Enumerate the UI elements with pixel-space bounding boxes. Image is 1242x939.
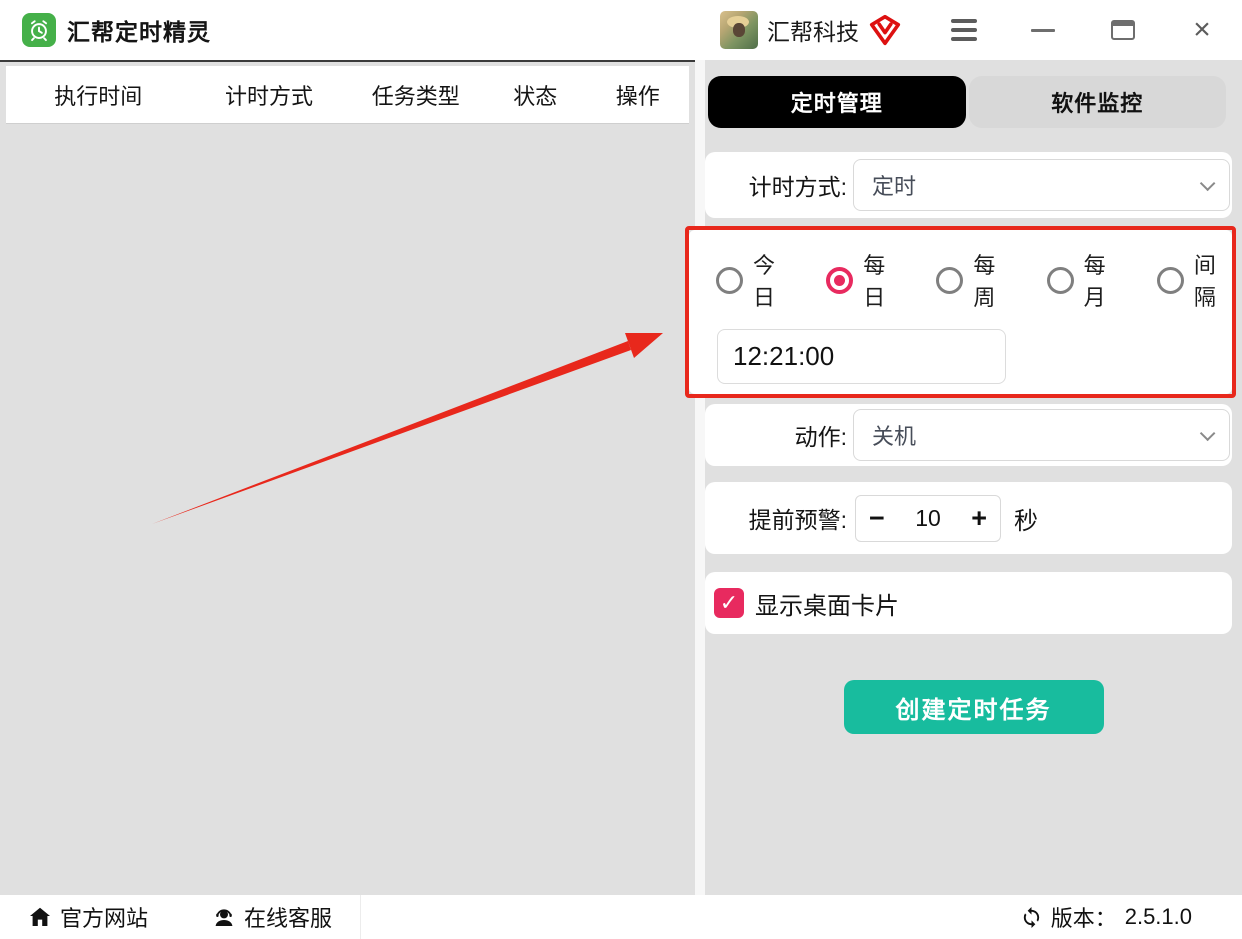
column-header-exec-time: 执行时间 <box>54 83 143 109</box>
column-header-task-type: 任务类型 <box>371 83 460 109</box>
schedule-radio[interactable]: 每月 <box>1046 248 1122 312</box>
schedule-settings-card: 今日 每日 每周 每月 间隔 <box>689 230 1232 394</box>
schedule-radio[interactable]: 每日 <box>826 248 901 312</box>
home-icon <box>30 907 50 926</box>
decrement-button[interactable]: − <box>869 504 885 532</box>
app-title: 汇帮定时精灵 <box>67 19 211 45</box>
radio-icon <box>1156 266 1184 294</box>
refresh-icon[interactable] <box>1020 906 1043 929</box>
action-select[interactable]: 关机 <box>853 409 1230 461</box>
hamburger-icon <box>951 19 977 41</box>
radio-icon <box>716 266 743 294</box>
support-agent-icon <box>215 909 233 926</box>
close-icon: × <box>1193 13 1211 46</box>
account-area: 汇帮科技 <box>720 11 902 49</box>
minimize-icon <box>1031 28 1056 32</box>
user-avatar[interactable] <box>720 11 758 49</box>
desktop-card-checkbox[interactable] <box>714 588 744 618</box>
create-task-button[interactable]: 创建定时任务 <box>843 680 1104 734</box>
footer-bar: 官方网站 在线客服 版本： 2.5.1.0 <box>0 895 1242 939</box>
title-bar: 汇帮定时精灵 汇帮科技 × <box>0 0 1242 60</box>
timing-mode-label: 计时方式: <box>748 174 847 200</box>
window-controls: × <box>944 10 1242 50</box>
version-label: 版本： <box>1050 906 1117 931</box>
warning-unit-label: 秒 <box>1014 507 1038 535</box>
chevron-down-icon <box>1199 425 1216 441</box>
desktop-card-label: 显示桌面卡片 <box>755 592 899 620</box>
time-input[interactable] <box>717 329 1006 384</box>
maximize-icon <box>1110 20 1135 40</box>
timing-mode-row: 计时方式: 定时 <box>705 152 1232 218</box>
warning-seconds-stepper: − 10 + <box>855 494 1001 542</box>
settings-panel: 定时管理 软件监控 计时方式: 定时 今日 每日 每周 每月 间隔 12:21:… <box>689 60 1242 895</box>
vip-shield-icon <box>868 13 902 47</box>
increment-button[interactable]: + <box>971 504 987 532</box>
account-name: 汇帮科技 <box>767 19 859 45</box>
chevron-down-icon <box>1199 175 1216 191</box>
timing-mode-select[interactable]: 定时 <box>853 159 1230 211</box>
minimize-button[interactable] <box>1023 10 1063 50</box>
close-button[interactable]: × <box>1182 10 1222 50</box>
task-table-panel: 执行时间 计时方式 任务类型 状态 操作 <box>0 60 695 895</box>
action-label: 动作: <box>794 424 847 450</box>
schedule-radio[interactable]: 每周 <box>936 248 1011 312</box>
schedule-radio[interactable]: 今日 <box>716 248 791 312</box>
column-header-operation: 操作 <box>615 83 660 109</box>
radio-icon <box>1046 266 1074 294</box>
official-website-link[interactable]: 官方网站 <box>28 901 148 933</box>
desktop-card-row: 显示桌面卡片 <box>705 572 1232 634</box>
panel-divider <box>695 60 705 895</box>
radio-icon <box>936 266 964 294</box>
app-logo-alarm-clock-icon <box>22 13 56 47</box>
footer-divider <box>360 895 362 939</box>
warning-label: 提前预警: <box>748 507 847 533</box>
tab-bar: 定时管理 软件监控 <box>708 76 1226 128</box>
version-info: 版本： 2.5.1.0 <box>1020 901 1192 933</box>
column-header-timing-mode: 计时方式 <box>224 83 313 109</box>
maximize-button[interactable] <box>1103 10 1143 50</box>
column-header-status: 状态 <box>513 83 558 109</box>
version-value: 2.5.1.0 <box>1124 904 1192 929</box>
menu-button[interactable] <box>944 10 984 50</box>
schedule-radio[interactable]: 间隔 <box>1156 248 1232 312</box>
task-table-header: 执行时间 计时方式 任务类型 状态 操作 <box>6 66 689 124</box>
online-support-link[interactable]: 在线客服 <box>212 901 332 933</box>
warning-row: 提前预警: − 10 + 秒 <box>705 482 1232 554</box>
schedule-radio-group: 今日 每日 每周 每月 间隔 <box>689 230 1232 312</box>
radio-icon <box>826 266 854 294</box>
main-area: 执行时间 计时方式 任务类型 状态 操作 定时管理 软件监控 计时方式: 定时 <box>0 60 1242 895</box>
tab-software-monitor[interactable]: 软件监控 <box>968 76 1226 128</box>
timing-mode-value: 定时 <box>872 174 917 199</box>
action-row: 动作: 关机 <box>705 404 1232 466</box>
action-value: 关机 <box>872 424 917 449</box>
tab-timer-management[interactable]: 定时管理 <box>708 76 966 128</box>
warning-seconds-value: 10 <box>915 504 941 531</box>
task-table-body-empty <box>0 124 695 895</box>
